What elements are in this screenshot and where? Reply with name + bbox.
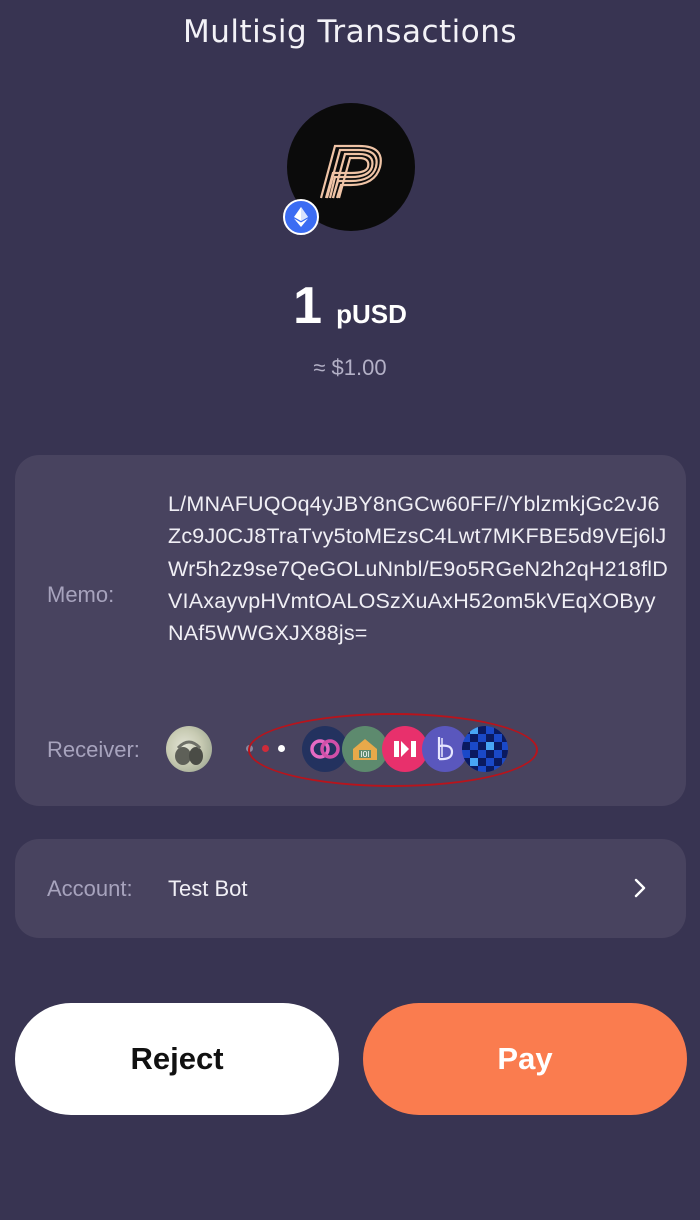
account-label: Account: [47,876,133,901]
user-avatar-photo [166,726,212,772]
receiver-label: Receiver: [47,737,140,762]
asset-symbol: pUSD [336,299,407,329]
highlight-annotation [248,713,538,787]
memo-label: Memo: [47,582,115,607]
chevron-right-icon [630,876,650,900]
memo-value: L/MNAFUQOq4yJBY8nGCw60FF//YblzmkjGc2vJ6Z… [168,492,668,646]
account-row[interactable]: Account: Test Bot [15,839,686,938]
amount-value: 1 [293,277,323,335]
fiat-value: ≈ $1.00 [313,355,387,380]
pay-button[interactable]: Pay [363,1003,687,1115]
account-value: Test Bot [168,876,248,901]
page-title: Multisig Transactions [182,14,518,50]
amount-row: 1 pUSD [0,276,700,336]
ethereum-icon [283,199,319,235]
reject-button[interactable]: Reject [15,1003,339,1115]
